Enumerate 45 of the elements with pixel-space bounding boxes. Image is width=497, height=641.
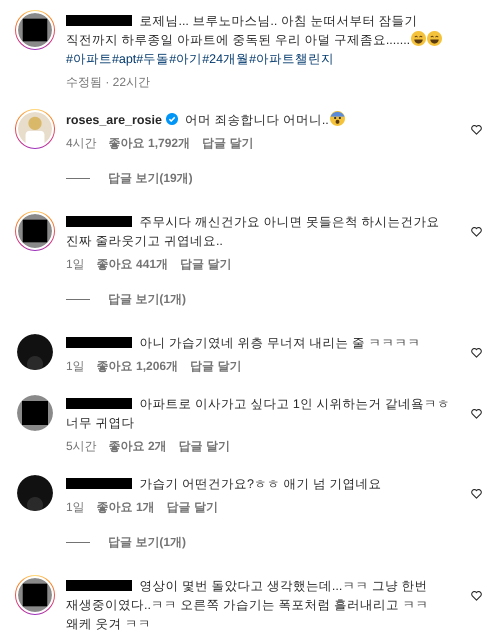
timestamp: 1일 [66,358,85,375]
laughing-face-icon [411,31,426,46]
username-link[interactable]: roses_are_rosie [66,113,162,127]
heart-icon[interactable] [470,407,482,420]
heart-icon[interactable] [470,123,482,136]
view-replies-button[interactable]: 답글 보기(19개) [108,170,193,187]
comment-text: 주무시다 깨신건가요 아니면 못들은척 하시는건가요 진짜 줄라웃기고 귀엽네요.. [66,214,440,250]
timestamp: 1일 [66,499,85,516]
heart-icon[interactable] [470,346,482,359]
like-count[interactable]: 좋아요 441개 [96,256,168,273]
reply-button[interactable]: 답글 달기 [180,256,232,273]
like-count[interactable]: 좋아요 1,792개 [108,135,190,152]
like-count[interactable]: 좋아요 1,206개 [96,358,178,375]
comment-text: 아니 가습기였네 위층 무너져 내리는 줄 ㅋㅋㅋㅋ [66,334,455,353]
like-count[interactable]: 좋아요 2개 [108,438,167,455]
reply-button[interactable]: 답글 달기 [202,135,254,152]
hashtag-link[interactable]: #아파트챌린지 [249,52,334,66]
view-replies-button[interactable]: 답글 보기(1개) [108,534,186,551]
laughing-face-icon [427,31,442,46]
heart-icon[interactable] [470,487,482,500]
avatar[interactable] [15,575,55,615]
hashtag-link[interactable]: #두돌 [136,52,170,66]
comment-text: roses_are_rosie 어머 죄송합니다 어머니.. [66,111,455,130]
timestamp: 1일 [66,256,85,273]
avatar[interactable] [15,10,55,50]
timestamp: 4시간 [66,135,97,152]
comment-text: 로제님... 브루노마스님.. 아침 눈떠서부터 잠들기 직전까지 하루종일 아파트에 중독된 우리 아덜 구제좀요....... #아파트#apt#두돌#아기#24개월#아파트챌린지 [66,12,455,69]
view-replies-button[interactable]: 답글 보기(1개) [108,291,186,308]
reply-button[interactable]: 답글 달기 [190,358,242,375]
timestamp: 5시간 [66,438,97,455]
comment-text: 아파트로 이사가고 싶다고 1인 시위하는거 같네욬ㅋㅎ 너무 귀엽다 [66,396,451,432]
timestamp: 수정됨 · 22시간 [66,74,150,91]
fearful-face-icon [330,111,345,126]
like-count[interactable]: 좋아요 1개 [96,499,155,516]
heart-icon[interactable] [470,589,482,602]
hashtag-link[interactable]: #24개월 [202,52,250,66]
hashtag-link[interactable]: #아기 [169,52,202,66]
comment-text: 영상이 몇번 돌았다고 생각했는데...ㅋㅋ 그냥 한번 재생중이였다..ㅋㅋ 오른쪽 가습기는 폭포처럼 흘러내리고 ㅋㅋ 왜케 웃겨 ㅋㅋ [66,578,430,633]
reply-button[interactable]: 답글 달기 [166,499,218,516]
reply-button[interactable]: 답글 달기 [178,438,230,455]
heart-icon[interactable] [470,225,482,238]
hashtag-link[interactable]: #아파트 [66,52,112,66]
avatar[interactable] [15,211,55,251]
comment-text: 가습기 어떤건가요?ㅎㅎ 애기 넘 기엽네요 [66,475,455,494]
hashtag-link[interactable]: #apt [112,52,136,66]
